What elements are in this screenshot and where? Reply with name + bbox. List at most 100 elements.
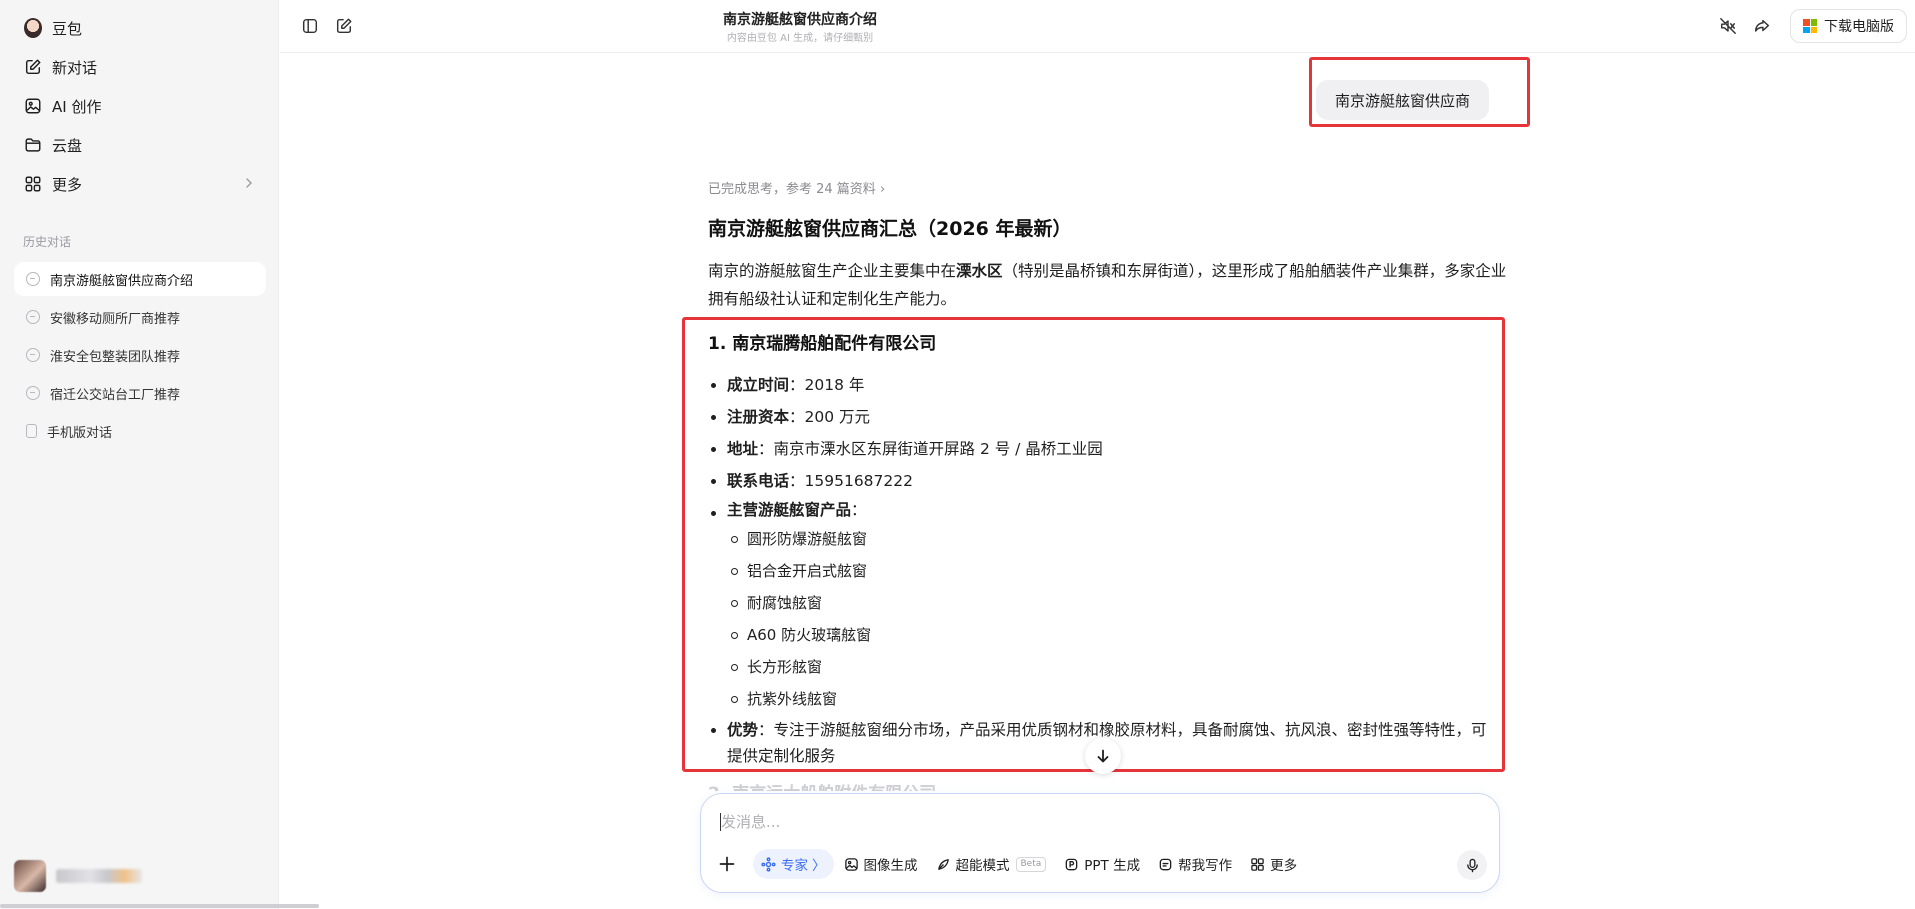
intro-text: 南京的游艇舷窗生产企业主要集中在 xyxy=(708,262,957,280)
beta-badge: Beta xyxy=(1015,856,1047,872)
answer-intro: 南京的游艇舷窗生产企业主要集中在溧水区（特别是晶桥镇和东屏街道），这里形成了船舶… xyxy=(708,257,1508,313)
products-colon: ： xyxy=(851,501,867,519)
user-message-bubble: 南京游艇舷窗供应商 xyxy=(1316,80,1490,120)
history-section-title: 历史对话 xyxy=(23,235,72,249)
sidebar-item-label: 新对话 xyxy=(52,58,98,77)
grid-icon xyxy=(1251,857,1264,871)
voice-input-button[interactable] xyxy=(1457,850,1487,880)
composer-toolbar: 专家 〉 图像生成 超能模式 Beta PPT 生成 帮我写作 更多 xyxy=(713,849,1307,879)
expert-mode-button[interactable]: 专家 〉 xyxy=(753,849,834,879)
share-icon[interactable] xyxy=(1752,16,1772,36)
thinking-summary-text: 已完成思考，参考 24 篇资料 xyxy=(708,182,876,197)
sidebar-item-new-chat[interactable]: 新对话 xyxy=(14,49,266,85)
page-title: 南京游艇舷窗供应商介绍 xyxy=(723,12,877,28)
intro-bold: 溧水区 xyxy=(956,262,1003,280)
list-item: 联系电话：15951687222 xyxy=(708,465,1498,497)
product-item: 耐腐蚀舷窗 xyxy=(731,587,1498,619)
tool-label: 图像生成 xyxy=(863,858,918,874)
history-item-label: 手机版对话 xyxy=(47,425,113,441)
user-profile[interactable] xyxy=(14,858,266,894)
chat-bubble-icon xyxy=(26,310,40,324)
sidebar-item-more[interactable]: 更多 xyxy=(14,166,266,202)
sidebar-item-ai-create[interactable]: AI 创作 xyxy=(14,88,266,124)
list-item: 成立时间：2018 年 xyxy=(708,369,1498,401)
tool-label: PPT 生成 xyxy=(1084,858,1141,874)
brand-link[interactable]: 豆包 xyxy=(14,10,266,46)
capital-value: ：200 万元 xyxy=(789,408,871,426)
speaker-mute-icon[interactable] xyxy=(1718,16,1738,36)
message-composer: 专家 〉 图像生成 超能模式 Beta PPT 生成 帮我写作 xyxy=(700,793,1500,893)
sidebar-scrollbar[interactable] xyxy=(0,904,319,908)
products-label: 主营游艇舷窗产品 xyxy=(727,501,852,519)
windows-logo-icon xyxy=(1803,19,1817,33)
history-item[interactable]: 宿迁公交站台工厂推荐 xyxy=(14,376,266,410)
edit-icon xyxy=(24,58,42,76)
download-desktop-button[interactable]: 下载电脑版 xyxy=(1790,9,1907,43)
app-root: 豆包 新对话 AI 创作 云盘 更多 历史对话 南京游艇舷窗供应商介绍 安徽移动… xyxy=(0,0,1915,909)
chat-bubble-icon xyxy=(26,272,40,286)
history-item-label: 宿迁公交站台工厂推荐 xyxy=(50,387,181,403)
doubao-logo-icon xyxy=(24,18,42,38)
tool-label: 超能模式 xyxy=(955,858,1010,874)
capital-label: 注册资本 xyxy=(727,408,790,426)
history-item-label: 安徽移动厕所厂商推荐 xyxy=(50,311,181,327)
address-label: 地址 xyxy=(727,440,759,458)
folder-icon xyxy=(24,136,42,154)
thinking-summary-link[interactable]: 已完成思考，参考 24 篇资料 › xyxy=(708,178,885,197)
arrow-down-icon xyxy=(1097,749,1109,763)
next-company-heading: 2. 南京远大船舶附件有限公司 xyxy=(708,779,936,791)
brand-label: 豆包 xyxy=(52,19,83,38)
message-input[interactable] xyxy=(721,808,1421,836)
list-item: 主营游艇舷窗产品： xyxy=(708,497,1498,523)
list-item: 注册资本：200 万元 xyxy=(708,401,1498,433)
image-generation-button[interactable]: 图像生成 xyxy=(836,849,926,879)
ppt-icon xyxy=(1065,858,1078,870)
write-icon xyxy=(1159,858,1172,870)
history-item[interactable]: 安徽移动厕所厂商推荐 xyxy=(14,300,266,334)
company-info-list: 成立时间：2018 年 注册资本：200 万元 地址：南京市溧水区东屏街道开屏路… xyxy=(708,369,1498,769)
sidebar: 豆包 新对话 AI 创作 云盘 更多 历史对话 南京游艇舷窗供应商介绍 安徽移动… xyxy=(0,0,279,909)
product-item: 抗紫外线舷窗 xyxy=(731,683,1498,715)
download-button-label: 下载电脑版 xyxy=(1824,19,1894,35)
super-mode-icon xyxy=(937,858,949,870)
grid-icon xyxy=(24,175,42,193)
sidebar-item-cloud-drive[interactable]: 云盘 xyxy=(14,127,266,163)
attach-button[interactable] xyxy=(713,850,741,878)
image-icon xyxy=(24,97,42,115)
avatar xyxy=(14,860,46,892)
product-item: 长方形舷窗 xyxy=(731,651,1498,683)
history-item-label: 淮安全包整装团队推荐 xyxy=(50,349,181,365)
ai-disclaimer: 内容由豆包 AI 生成，请仔细甄别 xyxy=(726,33,874,44)
phone-value: ：15951687222 xyxy=(789,472,913,490)
scroll-to-bottom-button[interactable] xyxy=(1085,738,1121,774)
phone-label: 联系电话 xyxy=(727,472,790,490)
advantage-label: 优势 xyxy=(727,721,759,739)
founded-label: 成立时间 xyxy=(727,376,790,394)
product-item: 圆形防爆游艇舷窗 xyxy=(731,523,1498,555)
chevron-right-icon xyxy=(246,178,252,188)
company-title: 1. 南京瑞腾船舶配件有限公司 xyxy=(708,334,937,354)
top-header: 南京游艇舷窗供应商介绍 内容由豆包 AI 生成，请仔细甄别 下载电脑版 xyxy=(280,0,1915,53)
history-item[interactable]: 手机版对话 xyxy=(14,414,266,448)
product-item: A60 防火玻璃舷窗 xyxy=(731,619,1498,651)
microphone-icon xyxy=(1466,858,1478,872)
phone-icon xyxy=(26,424,37,438)
sidebar-item-label: 云盘 xyxy=(52,136,83,155)
tool-label: 更多 xyxy=(1270,858,1298,874)
ppt-generation-button[interactable]: PPT 生成 xyxy=(1056,849,1148,879)
sidebar-item-label: AI 创作 xyxy=(52,97,102,116)
history-item[interactable]: 淮安全包整装团队推荐 xyxy=(14,338,266,372)
address-value: ：南京市溧水区东屏街道开屏路 2 号 / 晶桥工业园 xyxy=(758,440,1103,458)
tool-label: 专家 xyxy=(781,858,808,874)
history-item[interactable]: 南京游艇舷窗供应商介绍 xyxy=(14,262,266,296)
super-mode-button[interactable]: 超能模式 Beta xyxy=(928,849,1055,879)
answer-title: 南京游艇舷窗供应商汇总（2026 年最新） xyxy=(708,218,1072,240)
writing-assist-button[interactable]: 帮我写作 xyxy=(1150,849,1240,879)
products-list: 圆形防爆游艇舷窗 铝合金开启式舷窗 耐腐蚀舷窗 A60 防火玻璃舷窗 长方形舷窗… xyxy=(708,523,1498,715)
tool-label: 帮我写作 xyxy=(1178,858,1233,874)
list-item: 地址：南京市溧水区东屏街道开屏路 2 号 / 晶桥工业园 xyxy=(708,433,1498,465)
expert-icon xyxy=(761,856,776,872)
more-tools-button[interactable]: 更多 xyxy=(1242,849,1305,879)
user-name-blurred xyxy=(56,869,142,883)
product-item: 铝合金开启式舷窗 xyxy=(731,555,1498,587)
